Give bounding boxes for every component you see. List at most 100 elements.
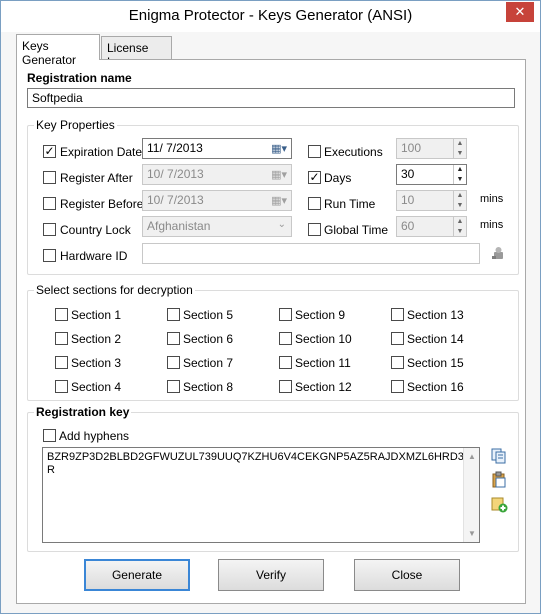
calendar-icon: ▦▾	[271, 195, 287, 207]
register-after-checkbox[interactable]	[43, 171, 56, 184]
register-before-label: Register Before	[60, 197, 144, 211]
keys-generator-window: Enigma Protector - Keys Generator (ANSI)…	[0, 0, 541, 614]
section-7-label: Section 7	[183, 356, 234, 370]
section-12-checkbox[interactable]	[279, 380, 292, 393]
section-6-label: Section 6	[183, 332, 234, 346]
section-10-checkbox[interactable]	[279, 332, 292, 345]
register-after-value: 10/ 7/2013	[147, 167, 204, 181]
run-time-input[interactable]: 10 ▲ ▼	[396, 190, 467, 211]
section-2-checkbox[interactable]	[55, 332, 68, 345]
section-8-label: Section 8	[183, 380, 234, 394]
run-time-checkbox[interactable]	[308, 197, 321, 210]
days-spinner[interactable]: ▲ ▼	[453, 165, 466, 184]
global-time-checkbox[interactable]	[308, 223, 321, 236]
hardware-lookup-icon[interactable]	[490, 245, 506, 261]
section-9-checkbox[interactable]	[279, 308, 292, 321]
expiration-date-picker[interactable]: 11/ 7/2013 ▦▾	[142, 138, 292, 159]
section-5-label: Section 5	[183, 308, 234, 322]
add-hyphens-checkbox[interactable]	[43, 429, 56, 442]
executions-input[interactable]: 100 ▲ ▼	[396, 138, 467, 159]
add-hyphens-label: Add hyphens	[59, 429, 130, 443]
section-1-label: Section 1	[71, 308, 122, 322]
days-label: Days	[324, 171, 352, 185]
key-properties-group: Key Properties ✓ Expiration Date 11/ 7/2…	[27, 118, 519, 275]
registration-name-input[interactable]: Softpedia	[27, 88, 515, 108]
title-bar: Enigma Protector - Keys Generator (ANSI)…	[1, 1, 540, 32]
paste-icon[interactable]	[490, 471, 508, 489]
section-4-label: Section 4	[71, 380, 122, 394]
run-time-value: 10	[401, 193, 415, 207]
section-7-checkbox[interactable]	[167, 356, 180, 369]
global-time-input[interactable]: 60 ▲ ▼	[396, 216, 467, 237]
window-title: Enigma Protector - Keys Generator (ANSI)	[128, 7, 413, 24]
hardware-id-checkbox[interactable]	[43, 249, 56, 262]
sections-group: Select sections for decryption Section 1…	[27, 283, 519, 401]
global-time-value: 60	[401, 219, 415, 233]
generate-button[interactable]: Generate	[84, 559, 190, 591]
tab-license-log[interactable]: License Log	[101, 36, 172, 69]
expiration-date-label: Expiration Date	[60, 145, 143, 159]
section-10-label: Section 10	[295, 332, 352, 346]
section-14-checkbox[interactable]	[391, 332, 404, 345]
key-scrollbar[interactable]: ▲ ▼	[463, 448, 479, 542]
days-value: 30	[401, 167, 415, 181]
section-16-checkbox[interactable]	[391, 380, 404, 393]
country-lock-label: Country Lock	[60, 223, 131, 237]
section-11-checkbox[interactable]	[279, 356, 292, 369]
run-time-spinner[interactable]: ▲ ▼	[453, 191, 466, 210]
check-mark: ✓	[309, 170, 320, 184]
section-6-checkbox[interactable]	[167, 332, 180, 345]
executions-checkbox[interactable]	[308, 145, 321, 158]
executions-value: 100	[401, 141, 422, 155]
verify-button[interactable]: Verify	[218, 559, 324, 591]
section-5-checkbox[interactable]	[167, 308, 180, 321]
close-button[interactable]: Close	[354, 559, 460, 591]
chevron-down-icon: ⌄	[277, 219, 286, 230]
country-lock-checkbox[interactable]	[43, 223, 56, 236]
executions-spinner[interactable]: ▲ ▼	[453, 139, 466, 158]
section-15-checkbox[interactable]	[391, 356, 404, 369]
hardware-id-input[interactable]	[142, 243, 480, 264]
add-icon[interactable]	[490, 495, 508, 513]
registration-name-label: Registration name	[27, 71, 132, 85]
country-lock-select[interactable]: Afghanistan ⌄	[142, 216, 292, 237]
scroll-down-icon[interactable]: ▼	[464, 527, 480, 540]
executions-label: Executions	[324, 145, 383, 159]
section-1-checkbox[interactable]	[55, 308, 68, 321]
keys-generator-panel: Registration name Softpedia Key Properti…	[16, 59, 526, 604]
section-15-label: Section 15	[407, 356, 464, 370]
calendar-icon: ▦▾	[271, 169, 287, 181]
section-11-label: Section 11	[295, 356, 351, 370]
expiration-date-checkbox[interactable]: ✓	[43, 144, 56, 158]
registration-key-textarea[interactable]: BZR9ZP3D2BLBD2GFWUZUL739UUQ7KZHU6V4CEKGN…	[42, 447, 480, 543]
section-9-label: Section 9	[295, 308, 346, 322]
register-after-picker[interactable]: 10/ 7/2013 ▦▾	[142, 164, 292, 185]
register-before-picker[interactable]: 10/ 7/2013 ▦▾	[142, 190, 292, 211]
registration-key-legend: Registration key	[34, 405, 132, 419]
section-12-label: Section 12	[295, 380, 352, 394]
register-before-value: 10/ 7/2013	[147, 193, 204, 207]
section-13-checkbox[interactable]	[391, 308, 404, 321]
section-3-checkbox[interactable]	[55, 356, 68, 369]
section-14-label: Section 14	[407, 332, 464, 346]
copy-icon[interactable]	[490, 447, 508, 465]
calendar-icon: ▦▾	[271, 143, 287, 155]
global-time-unit: mins	[480, 219, 504, 231]
register-before-checkbox[interactable]	[43, 197, 56, 210]
section-4-checkbox[interactable]	[55, 380, 68, 393]
days-checkbox[interactable]: ✓	[308, 170, 321, 184]
expiration-date-value: 11/ 7/2013	[147, 141, 203, 155]
days-input[interactable]: 30 ▲ ▼	[396, 164, 467, 185]
registration-key-group: Registration key Add hyphens BZR9ZP3D2BL…	[27, 405, 519, 552]
section-16-label: Section 16	[407, 380, 464, 394]
close-window-button[interactable]: ✕	[506, 2, 534, 22]
global-time-spinner[interactable]: ▲ ▼	[453, 217, 466, 236]
country-lock-value: Afghanistan	[147, 219, 211, 233]
section-3-label: Section 3	[71, 356, 122, 370]
scroll-up-icon[interactable]: ▲	[464, 450, 480, 463]
run-time-unit: mins	[480, 193, 504, 205]
section-8-checkbox[interactable]	[167, 380, 180, 393]
global-time-label: Global Time	[324, 223, 389, 237]
register-after-label: Register After	[60, 171, 133, 185]
tab-keys-generator[interactable]: Keys Generator	[16, 34, 100, 67]
